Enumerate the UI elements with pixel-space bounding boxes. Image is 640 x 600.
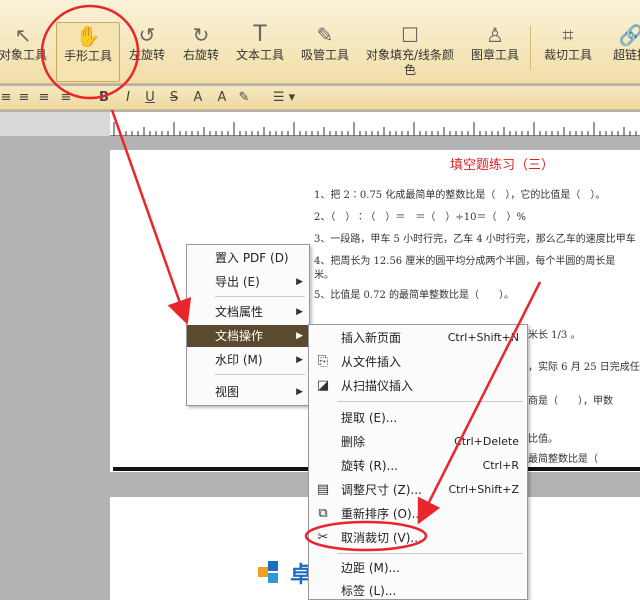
doc-line: 1、把 2∶0.75 化成最简单的整数比是（ ），它的比值是（ ）。 <box>314 190 606 201</box>
main-toolbar: ↖ 对象工具 ✋ 手形工具 ↺ 左旋转 ↻ 右旋转 T 文本工具 ✎ 吸管工具 … <box>0 0 640 84</box>
rotate-right-button[interactable]: ↻ 右旋转 <box>178 22 224 82</box>
doc-line: 5、比值是 0.72 的最简单整数比是（ ）。 <box>314 290 514 301</box>
text-tool-button[interactable]: T 文本工具 <box>232 22 288 82</box>
submenu-item-extract[interactable]: 提取 (E)... <box>309 407 527 429</box>
submenu-item-resize[interactable]: ▤ 调整尺寸 (Z)... Ctrl+Shift+Z <box>309 479 527 501</box>
bold-button[interactable]: B <box>96 89 112 107</box>
insert-file-icon: ⎘ <box>317 354 329 369</box>
submenu-arrow-icon: ▶ <box>296 277 303 287</box>
submenu-item-labels[interactable]: 标签 (L)... <box>309 580 527 600</box>
doc-line: 米长 1/3 。 <box>528 330 581 341</box>
document-title: 填空题练习（三） <box>450 158 555 173</box>
rotate-right-icon: ↻ <box>192 23 210 47</box>
submenu-item-margins[interactable]: 边距 (M)... <box>309 557 527 579</box>
doc-line: 米。 <box>314 270 334 281</box>
cursor-icon: ↖ <box>14 23 32 47</box>
submenu-item-insert-from-file[interactable]: ⎘ 从文件插入 <box>309 351 527 373</box>
doc-line: 4、把周长为 12.56 厘米的圆平均分成两个半圆，每个半圆的周长是 <box>314 256 616 267</box>
stamp-icon: ♙ <box>486 23 504 47</box>
align-right-icon[interactable]: ≡ <box>36 89 52 107</box>
submenu-arrow-icon: ▶ <box>296 331 303 341</box>
submenu-arrow-icon: ▶ <box>296 307 303 317</box>
superscript-button[interactable]: A <box>190 89 206 107</box>
align-center-icon[interactable]: ≡ <box>16 89 32 107</box>
submenu-item-insert-from-scanner[interactable]: ◪ 从扫描仪插入 <box>309 375 527 397</box>
submenu-item-reorder[interactable]: ⧉ 重新排序 (O)... <box>309 503 527 525</box>
rotate-left-button[interactable]: ↺ 左旋转 <box>124 22 170 82</box>
doc-line: 比值。 <box>528 434 558 445</box>
justify-icon[interactable]: ≡ <box>58 89 74 107</box>
menu-item-import-pdf[interactable]: 置入 PDF (D) <box>187 247 309 269</box>
fill-color-icon: ☐ <box>401 23 419 47</box>
submenu-arrow-icon: ▶ <box>296 387 303 397</box>
doc-line: 2、（ ）∶（ ）＝ ＝（ ）÷10＝（ ）% <box>314 212 526 223</box>
italic-button[interactable]: I <box>120 89 136 107</box>
scanner-icon: ◪ <box>316 378 330 393</box>
menu-separator <box>215 296 305 297</box>
uncrop-icon: ✂ <box>317 530 329 545</box>
eyedropper-icon: ✎ <box>316 23 334 47</box>
menu-separator <box>215 374 305 375</box>
menu-item-view[interactable]: 视图 ▶ <box>187 381 309 403</box>
link-tool-button[interactable]: 🔗 超链接 <box>606 22 640 82</box>
ruler-margin <box>0 112 110 136</box>
rotate-left-icon: ↺ <box>138 23 156 47</box>
menu-separator <box>337 401 523 402</box>
reorder-icon: ⧉ <box>318 506 328 521</box>
hand-tool-button[interactable]: ✋ 手形工具 <box>56 22 120 82</box>
underline-button[interactable]: U <box>142 89 158 107</box>
text-tool-icon: T <box>253 22 267 47</box>
submenu-item-insert-new-page[interactable]: 插入新页面 Ctrl+Shift+N <box>309 327 527 349</box>
object-tool-button[interactable]: ↖ 对象工具 <box>0 22 50 82</box>
menu-separator <box>337 553 523 554</box>
list-dropdown-icon[interactable]: ☰ ▾ <box>270 89 298 107</box>
company-logo-icon <box>258 561 278 583</box>
context-menu: 置入 PDF (D) 导出 (E) ▶ 文档属性 ▶ 文档操作 ▶ 水印 (M)… <box>186 244 310 406</box>
menu-item-export[interactable]: 导出 (E) ▶ <box>187 271 309 293</box>
document-operations-submenu: 插入新页面 Ctrl+Shift+N ⎘ 从文件插入 ◪ 从扫描仪插入 提取 (… <box>308 324 528 600</box>
format-toolbar: ≡ ≡ ≡ ≡ B I U S A A ✎ ☰ ▾ <box>0 86 640 110</box>
crop-icon: ⌗ <box>562 23 574 47</box>
menu-item-document-properties[interactable]: 文档属性 ▶ <box>187 301 309 323</box>
doc-line: 3、一段路，甲车 5 小时行完，乙车 4 小时行完，那么乙车的速度比甲车 <box>314 234 636 245</box>
subscript-button[interactable]: A <box>214 89 230 107</box>
menu-item-watermark[interactable]: 水印 (M) ▶ <box>187 349 309 371</box>
align-left-icon[interactable]: ≡ <box>0 89 14 107</box>
strikethrough-button[interactable]: S <box>166 89 182 107</box>
highlighter-icon[interactable]: ✎ <box>236 89 252 107</box>
resize-icon: ▤ <box>316 482 330 497</box>
menu-item-document-operations[interactable]: 文档操作 ▶ <box>187 325 309 347</box>
link-icon: 🔗 <box>618 23 640 47</box>
hand-icon: ✋ <box>75 24 101 48</box>
fill-color-button[interactable]: ☐ 对象填充/线条颜色 <box>362 22 458 82</box>
submenu-item-uncrop[interactable]: ✂ 取消裁切 (V)... <box>309 527 527 549</box>
submenu-item-rotate[interactable]: 旋转 (R)... Ctrl+R <box>309 455 527 477</box>
horizontal-ruler <box>110 112 640 136</box>
ruler-ticks <box>113 122 637 136</box>
doc-line: 最简整数比是（ <box>528 454 598 465</box>
stamp-tool-button[interactable]: ♙ 图章工具 <box>466 22 524 82</box>
eyedropper-tool-button[interactable]: ✎ 吸管工具 <box>296 22 354 82</box>
doc-line: ，实际 6 月 25 日完成任 <box>528 362 640 373</box>
doc-line: 商是（ ），甲数 <box>528 396 613 407</box>
toolbar-separator <box>530 26 531 70</box>
submenu-item-delete[interactable]: 删除 Ctrl+Delete <box>309 431 527 453</box>
submenu-arrow-icon: ▶ <box>296 355 303 365</box>
crop-tool-button[interactable]: ⌗ 裁切工具 <box>540 22 596 82</box>
